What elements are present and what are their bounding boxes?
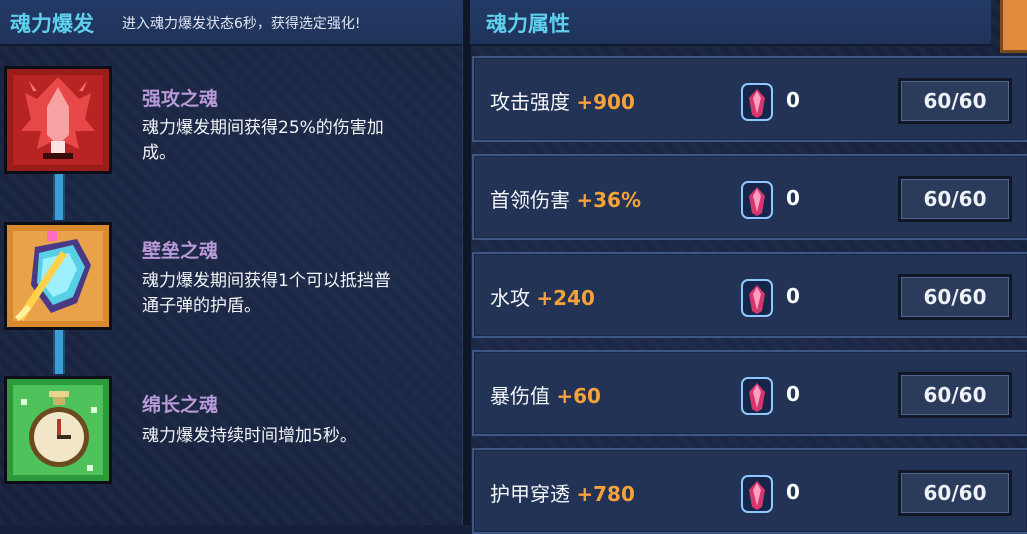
- soul-burst-subtitle: 进入魂力爆发状态6秒，获得选定强化!: [122, 16, 361, 32]
- red-flame-soul-icon[interactable]: [4, 66, 112, 174]
- skill-desc-strong-attack: 魂力爆发期间获得25%的伤害加 成。: [142, 116, 448, 166]
- soul-burst-header: 魂力爆发 进入魂力爆发状态6秒，获得选定强化!: [0, 0, 462, 46]
- stat-row-armor-penetration: 护甲穿透 +780 0 60/60: [472, 448, 1027, 534]
- stat-label: 首领伤害 +36%: [490, 188, 641, 212]
- gem-count: 0: [786, 284, 800, 308]
- skill-desc-line: 通子弹的护盾。: [142, 296, 261, 316]
- skill-connector: [53, 174, 65, 220]
- gem-count: 0: [786, 186, 800, 210]
- gem-count: 0: [786, 480, 800, 504]
- stat-row-crit-damage: 暴伤值 +60 0 60/60: [472, 350, 1027, 436]
- skill-connector: [53, 330, 65, 374]
- stat-bonus: +36%: [576, 188, 641, 212]
- stat-bonus: +60: [556, 384, 601, 408]
- stat-level-box[interactable]: 60/60: [898, 176, 1012, 222]
- skill-name-bulwark: 壁垒之魂: [142, 240, 219, 262]
- gem-count: 0: [786, 382, 800, 406]
- stat-row-boss-damage: 首领伤害 +36% 0 60/60: [472, 154, 1027, 240]
- stat-row-water-attack: 水攻 +240 0 60/60: [472, 252, 1027, 338]
- stat-level-box[interactable]: 60/60: [898, 274, 1012, 320]
- stat-bonus: +240: [536, 286, 595, 310]
- stat-bonus: +900: [576, 90, 635, 114]
- gem-count: 0: [786, 88, 800, 112]
- stat-label: 攻击强度 +900: [490, 90, 635, 114]
- skill-name-strong-attack: 强攻之魂: [142, 88, 219, 110]
- skill-desc-bulwark: 魂力爆发期间获得1个可以抵挡普 通子弹的护盾。: [142, 269, 448, 319]
- stat-level-box[interactable]: 60/60: [898, 470, 1012, 516]
- skill-desc-line: 成。: [142, 143, 176, 163]
- orange-side-tab[interactable]: [1000, 0, 1027, 53]
- skill-desc-line: 魂力爆发持续时间增加5秒。: [142, 426, 357, 446]
- skill-desc-line: 魂力爆发期间获得1个可以抵挡普: [142, 271, 391, 291]
- stat-row-attack-power: 攻击强度 +900 0 60/60: [472, 56, 1027, 142]
- soul-gem-icon: [741, 279, 773, 317]
- stat-level-box[interactable]: 60/60: [898, 372, 1012, 418]
- soul-gem-icon: [741, 475, 773, 513]
- soul-gem-icon: [741, 377, 773, 415]
- soul-burst-title: 魂力爆发: [10, 12, 94, 36]
- stat-label: 暴伤值 +60: [490, 384, 601, 408]
- soul-attributes-header: 魂力属性: [470, 0, 991, 46]
- soul-gem-icon: [741, 83, 773, 121]
- skill-name-longevity: 绵长之魂: [142, 394, 219, 416]
- stat-label: 护甲穿透 +780: [490, 482, 635, 506]
- skill-desc-line: 魂力爆发期间获得25%的伤害加: [142, 118, 384, 138]
- stopwatch-soul-icon[interactable]: [4, 376, 112, 484]
- soul-attributes-title: 魂力属性: [486, 12, 570, 36]
- soul-gem-icon: [741, 181, 773, 219]
- soul-attributes-panel: 魂力属性 攻击强度 +900 0 60/60 首领伤害 +36% 0 60/60…: [470, 0, 1027, 534]
- stat-bonus: +780: [576, 482, 635, 506]
- stat-label: 水攻 +240: [490, 286, 595, 310]
- stat-level-box[interactable]: 60/60: [898, 78, 1012, 124]
- soul-burst-panel: 魂力爆发 进入魂力爆发状态6秒，获得选定强化! 强攻之魂 魂力爆发期间获得25%…: [0, 0, 462, 525]
- skill-desc-longevity: 魂力爆发持续时间增加5秒。: [142, 424, 448, 449]
- shield-sword-soul-icon[interactable]: [4, 222, 112, 330]
